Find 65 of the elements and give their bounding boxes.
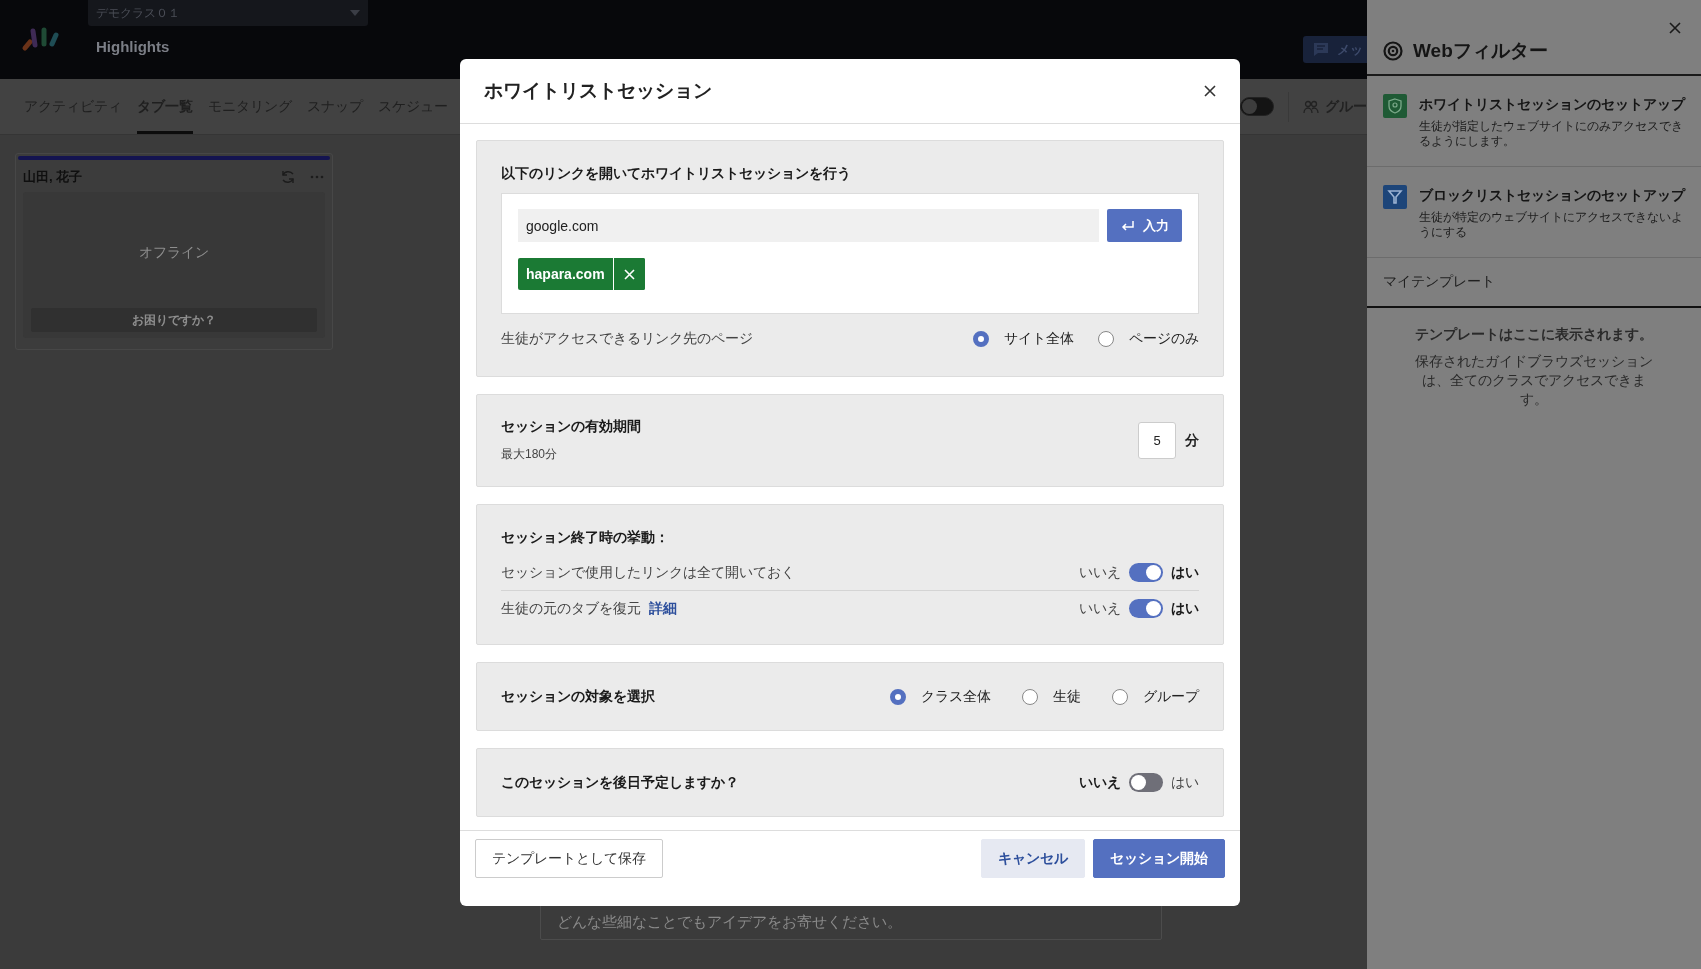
radio-button[interactable] — [890, 688, 906, 705]
dialog-title: ホワイトリストセッション — [484, 79, 712, 103]
filter-option[interactable]: ブロックリストセッションのセットアップ 生徒が特定のウェブサイトにアクセスできないようにする — [1367, 167, 1701, 258]
option-description: 生徒が特定のウェブサイトにアクセスできないようにする — [1419, 210, 1684, 240]
toggle-switch[interactable] — [1129, 773, 1163, 792]
yes-label: はい — [1171, 773, 1199, 792]
close-icon — [623, 268, 635, 280]
radio-button[interactable] — [1022, 688, 1038, 705]
cancel-button[interactable]: キャンセル — [981, 839, 1085, 878]
no-label: いいえ — [1079, 563, 1121, 582]
field-label: 生徒がアクセスできるリンク先のページ — [501, 330, 753, 348]
close-icon — [1204, 85, 1216, 97]
yes-label: はい — [1171, 599, 1199, 618]
yes-label: はい — [1171, 563, 1199, 582]
logo-icon — [20, 26, 62, 52]
option-title: ブロックリストセッションのセットアップ — [1419, 187, 1685, 205]
option-label: グループ — [1143, 687, 1199, 706]
enter-icon — [1120, 219, 1135, 232]
radio-button[interactable] — [973, 331, 989, 347]
minutes-field[interactable]: 5 — [1138, 422, 1176, 459]
unit-label: 分 — [1185, 431, 1199, 450]
enter-button[interactable]: 入力 — [1107, 209, 1182, 242]
filter-option[interactable]: ホワイトリストセッションのセットアップ 生徒が指定したウェブサイトにのみアクセスできるようにします。 — [1367, 76, 1701, 167]
save-template-button[interactable]: テンプレートとして保存 — [475, 839, 663, 878]
target-icon — [1383, 41, 1403, 61]
status-text: オフライン — [139, 244, 209, 262]
setting-label: セッションで使用したリンクは全て開いておく — [501, 563, 795, 582]
panel-heading: セッション終了時の挙動： — [501, 529, 670, 547]
radio-button[interactable] — [1112, 688, 1128, 705]
toggle-switch[interactable] — [1240, 97, 1274, 116]
caret-icon — [350, 10, 360, 16]
tag-label: hapara.com — [525, 265, 606, 284]
panel-heading: セッションの対象を選択 — [501, 687, 655, 706]
hint-text: 最大180分 — [501, 446, 559, 463]
toggle-switch[interactable] — [1129, 563, 1163, 582]
option-label: クラス全体 — [921, 687, 991, 706]
option-label: ページのみ — [1129, 330, 1199, 348]
start-session-button[interactable]: セッション開始 — [1093, 839, 1225, 878]
empty-text: 保存されたガイドブラウズセッションは、全てのクラスでアクセスできます。 — [1414, 352, 1654, 409]
details-link[interactable]: 詳細 — [649, 599, 677, 616]
section-heading: マイテンプレート — [1367, 258, 1701, 308]
option-label: 生徒 — [1053, 687, 1081, 706]
app-title: Highlights — [96, 38, 171, 55]
radio-button[interactable] — [1098, 331, 1114, 347]
close-icon[interactable] — [1669, 22, 1681, 34]
sidebar-title: Webフィルター — [1413, 39, 1548, 63]
close-button[interactable] — [1204, 85, 1216, 97]
option-title: ホワイトリストセッションのセットアップ — [1419, 96, 1685, 114]
panel-heading: 以下のリンクを開いてホワイトリストセッションを行う — [501, 165, 852, 183]
panel-heading: セッションの有効期間 — [501, 418, 641, 436]
toggle-switch[interactable] — [1129, 599, 1163, 618]
option-label: サイト全体 — [1004, 330, 1074, 348]
url-field[interactable]: google.com — [518, 209, 1099, 242]
setting-label: 生徒の元のタブを復元 — [501, 599, 641, 616]
chat-icon — [1313, 42, 1329, 57]
shield-icon — [1383, 94, 1407, 118]
funnel-icon — [1383, 185, 1407, 209]
option-description: 生徒が指定したウェブサイトにのみアクセスできるようにします。 — [1419, 119, 1684, 149]
panel-heading: このセッションを後日予定しますか？ — [501, 773, 739, 792]
no-label: いいえ — [1079, 599, 1121, 618]
remove-tag-button[interactable] — [612, 258, 645, 290]
no-label: いいえ — [1079, 773, 1121, 792]
people-icon — [1303, 99, 1319, 114]
help-button[interactable]: お困りですか？ — [31, 308, 317, 332]
empty-title: テンプレートはここに表示されます。 — [1414, 326, 1654, 344]
